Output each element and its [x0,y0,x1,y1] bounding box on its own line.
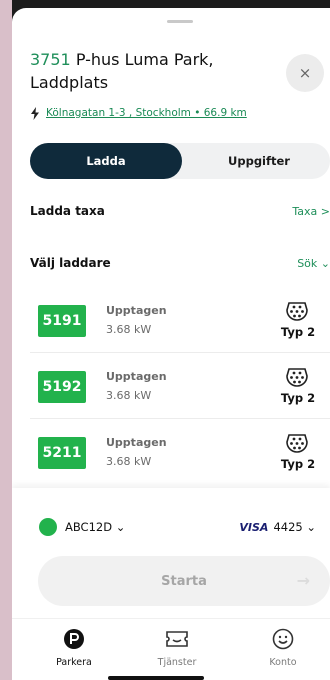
charger-row-5192[interactable]: 5192 Upptagen 3.68 kW Typ 2 [30,355,330,419]
nav-label: Tjänster [157,657,197,668]
smiley-icon [272,628,294,650]
tariff-title: Ladda taxa [30,204,105,218]
address-link[interactable]: Kölnagatan 1-3 , Stockholm • 66.9 km [46,107,247,119]
close-button[interactable]: × [286,54,324,92]
card-last4: 4425 ⌄ [273,520,316,534]
vehicle-status-dot [39,518,57,536]
charger-id-badge: 5191 [38,305,86,337]
visa-logo: VISA [239,520,269,534]
tab-ladda[interactable]: Ladda [30,143,182,179]
start-panel: ABC12D ⌄ VISA 4425 ⌄ Starta → [12,488,330,618]
ticket-icon [166,631,188,647]
sheet-grabber[interactable] [167,20,193,23]
nav-tjanster[interactable]: Tjänster [142,627,212,668]
bottom-nav: Parkera Tjänster Konto [12,618,330,680]
tab-bar: Ladda Uppgifter [30,143,330,179]
vehicle-plate: ABC12D ⌄ [65,520,126,534]
station-sheet: 3751 P-hus Luma Park, Laddplats × Kölnag… [12,8,330,680]
nav-label: Konto [269,657,297,668]
charger-type: Typ 2 [280,457,316,471]
type2-plug-icon [286,434,308,453]
nav-parkera[interactable]: Parkera [39,627,109,668]
type2-plug-icon [286,302,308,321]
charger-power: 3.68 kW [106,455,152,468]
charger-power: 3.68 kW [106,389,152,402]
start-button[interactable]: Starta → [38,556,330,606]
charger-type: Typ 2 [280,391,316,405]
lightning-icon [31,106,39,120]
vehicle-selector[interactable]: ABC12D ⌄ [39,518,125,536]
nav-konto[interactable]: Konto [248,627,318,668]
parking-icon [64,629,84,649]
charger-id-badge: 5192 [38,371,86,403]
charger-status: Upptagen [106,370,167,383]
tariff-row: Ladda taxa Taxa > [30,200,330,222]
arrow-right-icon: → [296,571,310,590]
charger-status: Upptagen [106,304,167,317]
charger-row-5191[interactable]: 5191 Upptagen 3.68 kW Typ 2 [30,289,330,353]
type2-plug-icon [286,368,308,387]
charger-id-badge: 5211 [38,437,86,469]
charger-row-5211[interactable]: 5211 Upptagen 3.68 kW Typ 2 [30,421,330,485]
start-label: Starta [161,573,207,589]
station-title: 3751 P-hus Luma Park, Laddplats [30,48,290,94]
station-number: 3751 [30,50,71,69]
chargers-title: Välj laddare [30,256,111,270]
address-row: Kölnagatan 1-3 , Stockholm • 66.9 km [30,105,247,121]
tab-uppgifter[interactable]: Uppgifter [188,143,330,179]
chargers-header: Välj laddare Sök ⌄ [30,252,330,274]
home-indicator [108,676,204,680]
charger-power: 3.68 kW [106,323,152,336]
search-link[interactable]: Sök ⌄ [297,257,330,270]
payment-selector[interactable]: VISA 4425 ⌄ [239,518,316,536]
nav-label: Parkera [56,657,92,668]
charger-status: Upptagen [106,436,167,449]
tariff-link[interactable]: Taxa > [292,205,330,218]
charger-type: Typ 2 [280,325,316,339]
close-icon: × [298,64,312,82]
